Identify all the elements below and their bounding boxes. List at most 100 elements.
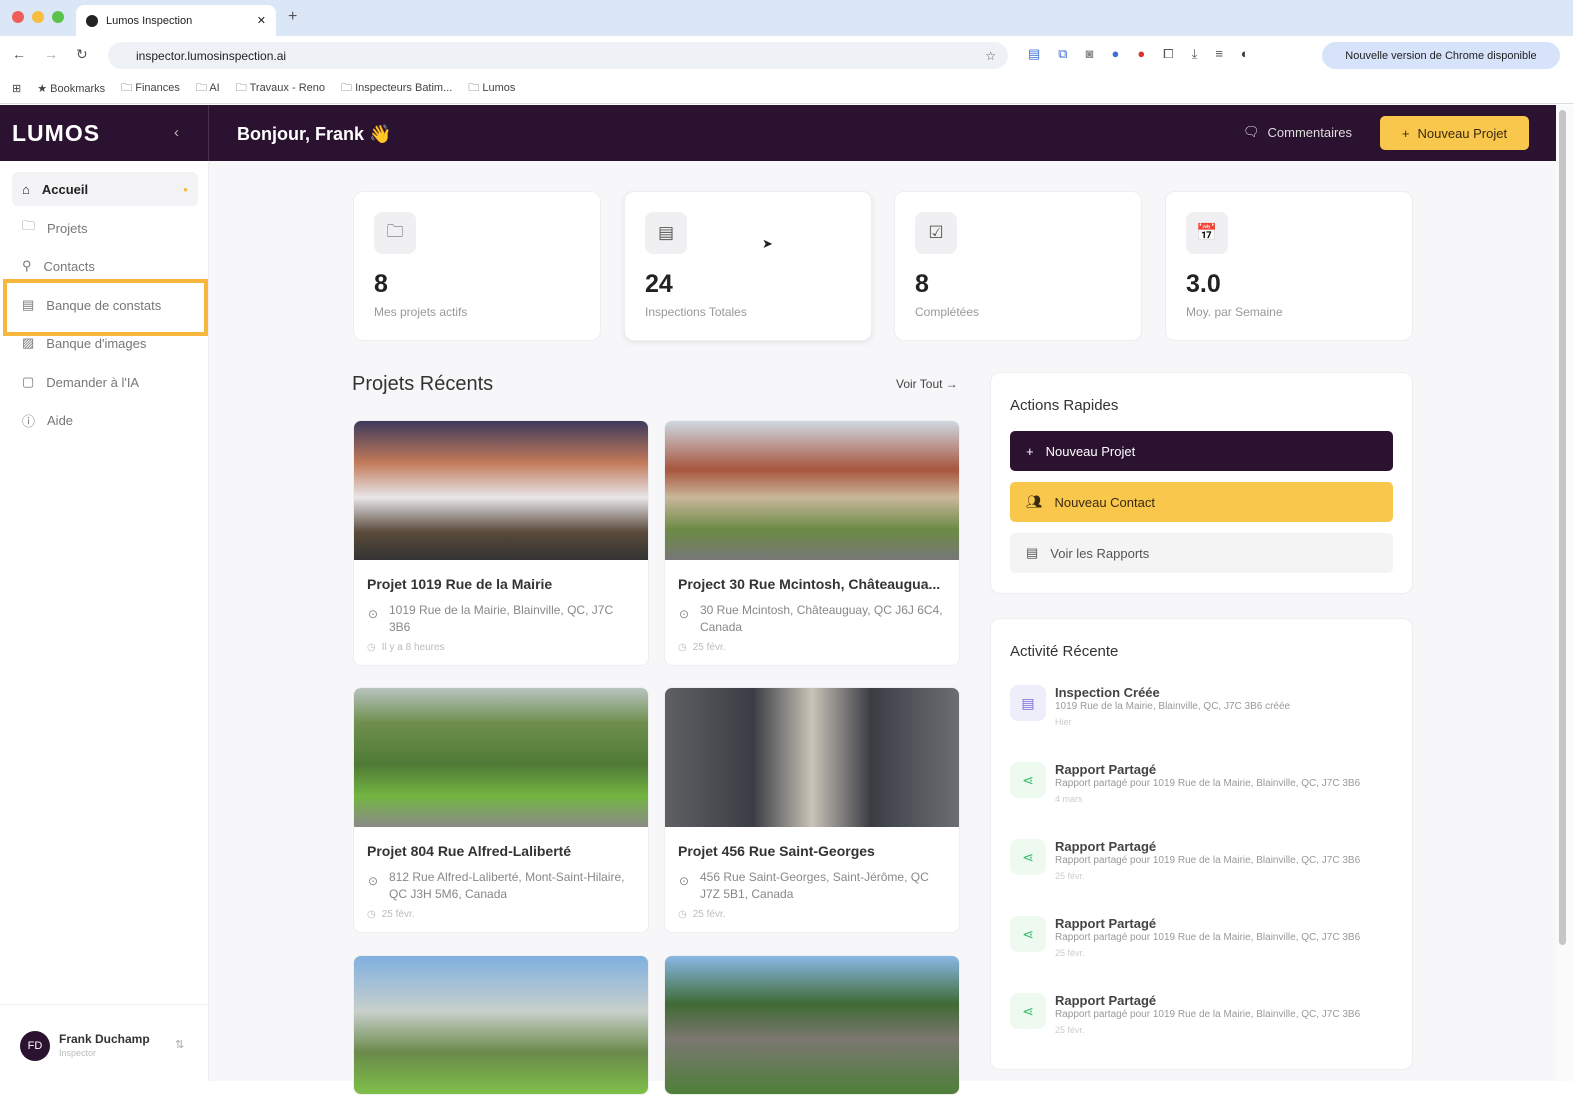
share-icon: ⋖ — [1010, 916, 1046, 952]
stat-value: 8 — [915, 270, 929, 298]
collapse-sidebar-icon[interactable]: ‹ — [174, 124, 179, 141]
download-icon[interactable]: ⤓ — [1192, 46, 1198, 62]
sidebar-item-contacts[interactable]: ⚲ Contacts — [12, 249, 198, 283]
activity-item[interactable]: ▤ Inspection Créée 1019 Rue de la Mairie, … — [1010, 685, 1390, 745]
comments-label: Commentaires — [1267, 124, 1353, 140]
document-icon: ▤ — [1026, 545, 1039, 560]
activity-item-title: Inspection Créée — [1055, 685, 1160, 700]
stat-value: 8 — [374, 270, 388, 298]
bookmark-folder[interactable]: 🗀 Finances — [121, 79, 180, 98]
apps-icon[interactable]: ⊞ — [12, 82, 21, 95]
stat-label: Complétées — [915, 305, 980, 319]
sidebar-item-demander-ia[interactable]: ▢ Demander à l'IA — [12, 365, 198, 399]
url-text: inspector.lumosinspection.ai — [136, 48, 287, 63]
stat-card-completed[interactable]: ☑ 8 Complétées — [894, 191, 1142, 341]
calendar-clock-icon: 📅 — [1186, 212, 1228, 254]
user-menu-icon[interactable]: ⇅ — [175, 1038, 184, 1051]
button-label: Nouveau Projet — [1045, 443, 1136, 459]
comments-button[interactable]: 🗨 Commentaires — [1243, 124, 1352, 140]
quick-view-reports-button[interactable]: ▤ Voir les Rapports — [1010, 533, 1393, 573]
location-pin-icon: ⊙ — [368, 874, 379, 888]
project-address: 30 Rue Mcintosh, Châteauguay, QC J6J 6C4… — [700, 603, 943, 634]
project-card[interactable]: Project 30 Rue Mcintosh, Châteaugua... ⊙… — [664, 420, 960, 666]
profile-icon[interactable]: ◐ — [1241, 46, 1249, 62]
chrome-update-button[interactable]: Nouvelle version de Chrome disponible — [1322, 42, 1560, 69]
project-title: Project 30 Rue Mcintosh, Châteaugua... — [678, 576, 941, 592]
stat-card-total-inspections[interactable]: ▤ 24 Inspections Totales — [624, 191, 872, 341]
sidebar-item-accueil[interactable]: ⌂ Accueil ● — [12, 172, 198, 206]
reload-icon[interactable]: ↻ — [76, 46, 88, 63]
project-card[interactable] — [664, 955, 960, 1095]
sidebar-item-projets[interactable]: 🗀 Projets — [12, 211, 198, 245]
activity-item-time: 25 févr. — [1055, 948, 1085, 958]
quick-actions-title: Actions Rapides — [1010, 397, 1119, 414]
project-date: 25 févr. — [381, 909, 415, 920]
project-card[interactable]: Projet 456 Rue Saint-Georges ⊙ 456 Rue Sa… — [664, 687, 960, 933]
activity-item-desc: 1019 Rue de la Mairie, Blainville, QC, J… — [1055, 701, 1291, 712]
stat-label: Moy. par Semaine — [1186, 305, 1283, 319]
location-pin-icon: ⊙ — [679, 874, 690, 888]
media-icon[interactable]: ≡ — [1215, 46, 1223, 62]
folder-icon: 🗀 — [374, 212, 416, 254]
scrollbar-thumb[interactable] — [1559, 110, 1566, 945]
stat-card-active-projects[interactable]: 🗀 8 Mes projets actifs — [353, 191, 601, 341]
bookmark-folder[interactable]: 🗀 AI — [196, 79, 220, 98]
see-all-link[interactable]: Voir Tout → — [896, 377, 958, 391]
activity-item[interactable]: ⋖ Rapport Partagé Rapport partagé pour 101… — [1010, 993, 1390, 1053]
stat-label: Mes projets actifs — [374, 305, 468, 319]
clock-icon: ◷ — [678, 642, 687, 653]
clock-icon: ◷ — [367, 642, 376, 653]
extension-icon[interactable]: ▤ — [1028, 46, 1040, 62]
back-icon[interactable]: ← — [12, 46, 26, 63]
project-card[interactable] — [353, 955, 649, 1095]
forward-icon[interactable]: → — [44, 46, 58, 63]
bookmark-folder[interactable]: 🗀 Lumos — [468, 79, 515, 98]
quick-new-contact-button[interactable]: 👥︎ Nouveau Contact — [1010, 482, 1393, 522]
activity-item-desc: Rapport partagé pour 1019 Rue de la Mair… — [1055, 932, 1361, 943]
address-bar[interactable]: inspector.lumosinspection.ai ☆ — [108, 42, 1008, 69]
project-card[interactable]: Projet 804 Rue Alfred-Laliberté ⊙ 812 Rue… — [353, 687, 649, 933]
minimize-window-button[interactable] — [32, 11, 44, 23]
location-pin-icon: ⊙ — [368, 607, 379, 621]
quick-new-project-button[interactable]: + Nouveau Projet — [1010, 431, 1393, 471]
close-window-button[interactable] — [12, 11, 24, 23]
extension-icon[interactable]: ● — [1111, 46, 1119, 62]
sidebar-item-aide[interactable]: ⓘ Aide — [12, 403, 198, 437]
bookmarks-bar: ⊞ ★ Bookmarks 🗀 Finances 🗀 AI 🗀 Travaux … — [0, 74, 1573, 104]
activity-item[interactable]: ⋖ Rapport Partagé Rapport partagé pour 101… — [1010, 839, 1390, 899]
button-label: Voir les Rapports — [1050, 545, 1150, 561]
update-label: Nouvelle version de Chrome disponible — [1345, 49, 1537, 62]
bookmark-folder[interactable]: 🗀 Inspecteurs Batim... — [341, 79, 452, 98]
project-address: 812 Rue Alfred-Laliberté, Mont-Saint-Hil… — [389, 870, 625, 901]
user-name: Frank Duchamp — [59, 1032, 150, 1046]
maximize-window-button[interactable] — [52, 11, 64, 23]
bookmark-star-icon[interactable]: ☆ — [985, 49, 996, 63]
activity-item[interactable]: ⋖ Rapport Partagé Rapport partagé pour 101… — [1010, 916, 1390, 976]
extension-icon[interactable]: ⧉ — [1058, 46, 1067, 62]
bookmark-label: Inspecteurs Batim... — [355, 82, 453, 94]
share-icon: ⋖ — [1010, 839, 1046, 875]
puzzle-icon[interactable]: ⧠ — [1163, 46, 1173, 62]
avatar[interactable]: FD — [20, 1031, 50, 1061]
project-card[interactable]: Projet 1019 Rue de la Mairie ⊙ 1019 Rue d… — [353, 420, 649, 666]
project-title: Projet 804 Rue Alfred-Laliberté — [367, 843, 572, 859]
project-photo — [665, 688, 959, 827]
bookmark-item[interactable]: ★ Bookmarks — [37, 82, 105, 95]
new-tab-button[interactable]: + — [288, 8, 297, 26]
activity-item-title: Rapport Partagé — [1055, 993, 1157, 1008]
activity-item[interactable]: ⋖ Rapport Partagé Rapport partagé pour 101… — [1010, 762, 1390, 822]
recent-projects-title: Projets Récents — [352, 373, 494, 395]
camera-icon[interactable]: ◙ — [1086, 46, 1094, 62]
project-address: 1019 Rue de la Mairie, Blainville, QC, J… — [389, 603, 614, 634]
project-photo — [354, 688, 648, 827]
plus-icon: + — [1026, 443, 1034, 459]
new-project-button[interactable]: + Nouveau Projet — [1380, 116, 1529, 150]
project-date: 25 févr. — [692, 909, 726, 920]
close-tab-icon[interactable]: ✕ — [257, 14, 266, 27]
extension-icon[interactable]: ● — [1137, 46, 1145, 62]
stat-card-weekly-average[interactable]: 📅 3.0 Moy. par Semaine — [1165, 191, 1413, 341]
bookmark-folder[interactable]: 🗀 Travaux - Reno — [236, 79, 325, 98]
browser-tab[interactable]: Lumos Inspection ✕ — [76, 5, 276, 36]
lumos-logo[interactable]: LUMOS — [12, 120, 100, 147]
bookmark-label: Lumos — [482, 82, 516, 94]
